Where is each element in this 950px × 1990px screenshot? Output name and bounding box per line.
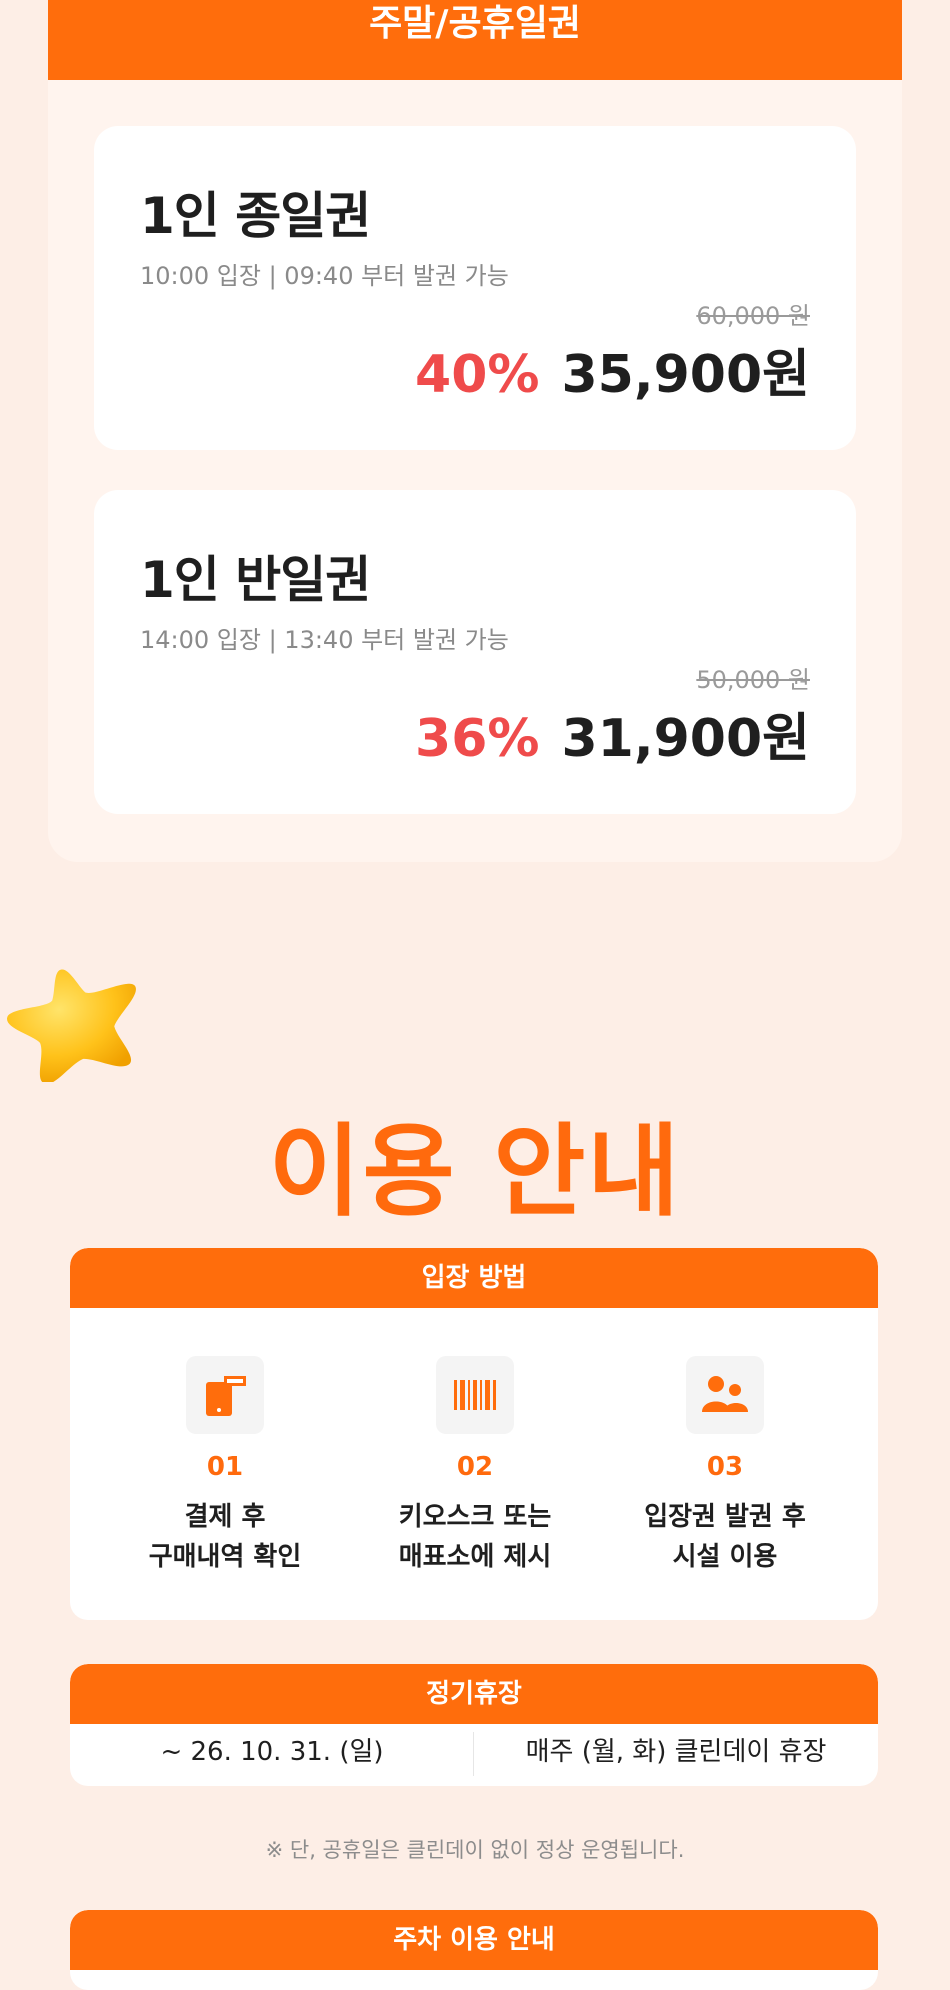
regular-closing-header: 정기휴장 (70, 1664, 878, 1724)
step-desc-line1: 키오스크 또는 (398, 1502, 552, 1532)
entry-steps: 01 결제 후 구매내역 확인 02 키오스크 또는 매표소에 제시 03 입장… (70, 1308, 878, 1620)
ticket-original-price: 60,000 원 (696, 302, 810, 330)
ticket-price-row: 40% 35,900원 (415, 332, 810, 407)
ticket-discount: 40% (415, 345, 540, 405)
weekend-ticket-section: 주말/공휴일권 1인 종일권 10:00 입장 | 09:40 부터 발권 가능… (48, 0, 902, 862)
ticket-name: 1인 종일권 (140, 187, 371, 245)
ticket-discount: 36% (415, 709, 540, 769)
weekend-section-header: 주말/공휴일권 (48, 0, 902, 80)
ticket-card-full-day[interactable]: 1인 종일권 10:00 입장 | 09:40 부터 발권 가능 60,000 … (94, 126, 856, 450)
ticket-price-row: 36% 31,900원 (415, 696, 810, 771)
step-number: 03 (706, 1452, 744, 1482)
step-desc-line2: 구매내역 확인 (148, 1542, 302, 1572)
step-desc-line2: 매표소에 제시 (398, 1542, 552, 1572)
ticket-name: 1인 반일권 (140, 551, 371, 609)
step-desc-line2: 시설 이용 (672, 1542, 778, 1572)
parking-info-header: 주차 이용 안내 (70, 1910, 878, 1970)
step-number: 01 (206, 1452, 244, 1482)
closing-detail: 매주 (월, 화) 클린데이 휴장 (525, 1737, 827, 1767)
guide-title: 이용 안내 (268, 1113, 682, 1230)
closing-period: ~ 26. 10. 31. (일) (160, 1737, 384, 1767)
regular-closing-panel: 정기휴장 ~ 26. 10. 31. (일) 매주 (월, 화) 클린데이 휴장 (70, 1664, 878, 1786)
ticket-original-price: 50,000 원 (696, 666, 810, 694)
entry-method-panel: 입장 방법 01 결제 후 구매내역 확인 02 키오스크 또는 매표소에 제시… (70, 1248, 878, 1620)
phone-ticket-icon (186, 1356, 264, 1434)
barcode-icon (436, 1356, 514, 1434)
step-desc-line1: 입장권 발권 후 (644, 1502, 806, 1532)
ticket-time-info: 14:00 입장 | 13:40 부터 발권 가능 (140, 626, 509, 654)
parking-info-panel: 주차 이용 안내 (70, 1910, 878, 1990)
holiday-note: ※ 단, 공휴일은 클린데이 없이 정상 운영됩니다. (265, 1838, 685, 1862)
closing-info-row: ~ 26. 10. 31. (일) 매주 (월, 화) 클린데이 휴장 (70, 1724, 878, 1786)
ticket-time-info: 10:00 입장 | 09:40 부터 발권 가능 (140, 262, 509, 290)
star-icon (7, 969, 136, 1082)
entry-method-header: 입장 방법 (70, 1248, 878, 1308)
ticket-price: 31,900원 (561, 709, 810, 769)
step-desc-line1: 결제 후 (184, 1502, 266, 1532)
ticket-card-half-day[interactable]: 1인 반일권 14:00 입장 | 13:40 부터 발권 가능 50,000 … (94, 490, 856, 814)
step-number: 02 (456, 1452, 494, 1482)
people-icon (686, 1356, 764, 1434)
ticket-price: 35,900원 (561, 345, 810, 405)
